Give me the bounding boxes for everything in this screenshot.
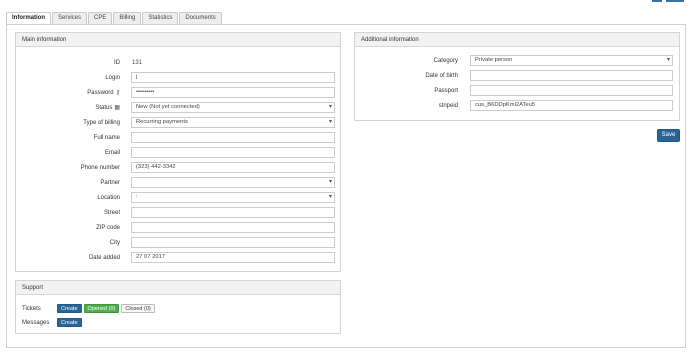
date-added-field[interactable]: 27 07 2017 <box>131 252 335 263</box>
additional-information-panel: Additional information Category Private … <box>354 32 680 121</box>
phone-label: Phone number <box>80 165 120 171</box>
closed-tickets-button[interactable]: Closed (0) <box>121 304 155 313</box>
partner-label: Partner <box>100 180 120 186</box>
full-name-field[interactable] <box>131 132 335 143</box>
login-label: Login <box>105 75 120 81</box>
billing-type-select[interactable]: Recurring payments <box>131 117 335 128</box>
id-label: ID <box>114 60 120 66</box>
full-name-label: Full name <box>93 135 120 141</box>
panel-title: Additional information <box>355 33 679 47</box>
create-ticket-button[interactable]: Create <box>57 304 82 313</box>
city-label: City <box>109 240 120 246</box>
dob-label: Date of birth <box>425 73 458 79</box>
category-select[interactable]: Private person <box>470 55 673 66</box>
zip-field[interactable] <box>131 222 335 233</box>
street-field[interactable] <box>131 207 335 218</box>
password-field[interactable]: ••••••••• <box>131 87 335 98</box>
save-button[interactable]: Save <box>657 129 680 142</box>
messages-label: Messages <box>22 320 50 326</box>
phone-field[interactable]: (323) 442-3342 <box>131 162 335 173</box>
tab-statistics[interactable]: Statistics <box>142 12 179 24</box>
password-label: Password <box>87 90 114 96</box>
tab-services[interactable]: Services <box>52 12 88 24</box>
status-select[interactable]: New (Not yet connected) <box>131 102 335 113</box>
tickets-label: Tickets <box>22 306 41 312</box>
panel-title: Support <box>16 281 340 295</box>
tab-cpe[interactable]: CPE <box>88 12 113 24</box>
support-panel: Support Tickets Create Opened (0) Closed… <box>15 280 341 334</box>
dob-field[interactable] <box>470 70 673 81</box>
top-right-links <box>652 0 684 3</box>
stripeid-label: stripeid <box>438 103 458 109</box>
calendar-icon[interactable]: ▦ <box>114 105 120 111</box>
street-label: Street <box>103 210 120 216</box>
stripeid-field[interactable]: cus_B6DDpKml2ATeu5 <box>470 100 673 111</box>
panel-title: Main information <box>16 33 340 47</box>
location-label: Location <box>97 195 120 201</box>
passport-field[interactable] <box>470 85 673 96</box>
passport-label: Passport <box>434 88 458 94</box>
date-added-label: Date added <box>88 255 120 261</box>
id-value: 131 <box>132 60 143 66</box>
login-field[interactable]: j <box>131 72 335 83</box>
email-field[interactable] <box>131 147 335 158</box>
billing-type-label: Type of billing <box>83 120 120 126</box>
category-label: Category <box>433 58 458 64</box>
location-select[interactable]: : <box>131 192 335 203</box>
tab-billing[interactable]: Billing <box>113 12 142 24</box>
tab-documents[interactable]: Documents <box>179 12 222 24</box>
main-information-panel: Main information ID 131 Login j Password… <box>15 32 341 272</box>
city-field[interactable] <box>131 237 335 248</box>
create-message-button[interactable]: Create <box>57 318 82 327</box>
key-icon: ⚷ <box>115 90 120 96</box>
opened-tickets-button[interactable]: Opened (0) <box>83 304 120 313</box>
email-label: Email <box>104 150 120 156</box>
status-label: Status <box>95 105 113 111</box>
partner-select[interactable] <box>131 177 335 188</box>
zip-label: ZIP code <box>96 225 120 231</box>
